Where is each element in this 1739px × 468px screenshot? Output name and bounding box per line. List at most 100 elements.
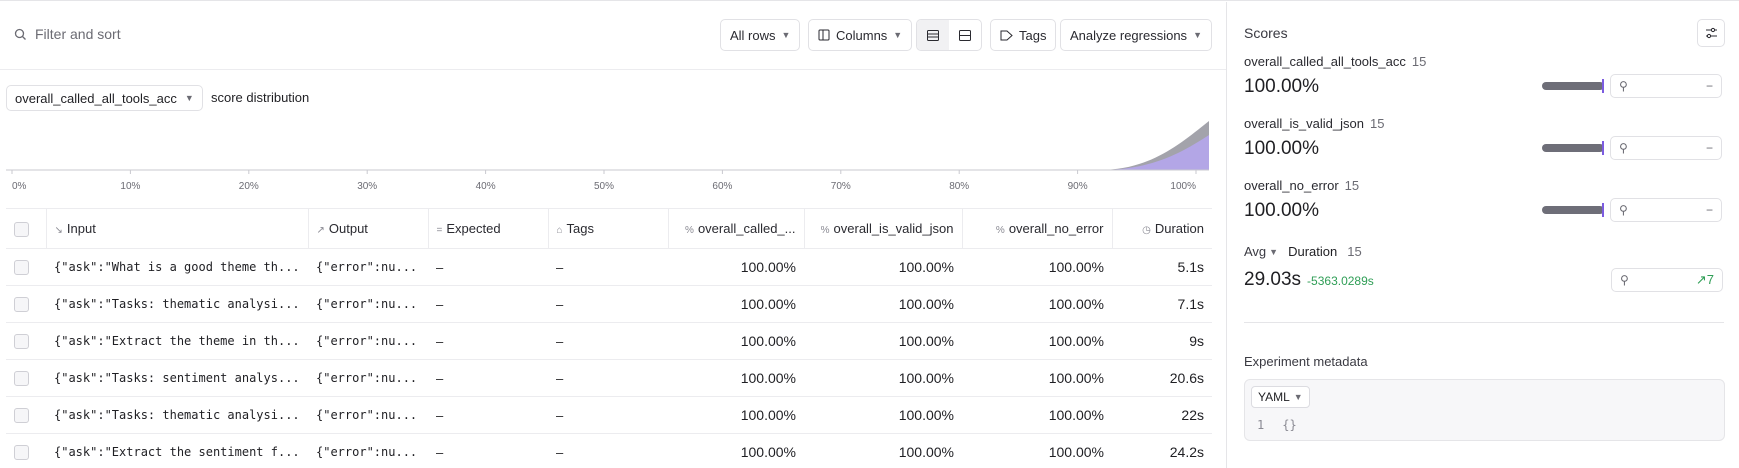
- scores-settings-button[interactable]: [1697, 19, 1725, 47]
- columns-dropdown[interactable]: Columns ▼: [808, 19, 913, 51]
- grid-layout-button[interactable]: [949, 20, 981, 50]
- cell-output: {"error":nu...: [308, 359, 428, 397]
- cell-expected: –: [428, 433, 548, 468]
- duration-name: Duration: [1288, 244, 1338, 259]
- score-count: 15: [1344, 178, 1360, 193]
- header-score-3[interactable]: % overall_no_error: [962, 208, 1113, 249]
- score-name: overall_called_all_tools_acc: [1244, 54, 1406, 69]
- cell-tags: –: [548, 359, 668, 397]
- row-checkbox[interactable]: [14, 371, 29, 387]
- metadata-editor[interactable]: YAML ▼ 1 {}: [1244, 379, 1725, 441]
- score-select-dropdown[interactable]: overall_called_all_tools_acc ▼: [6, 85, 203, 111]
- results-table: ↘ Input ↗ Output = Expected ⌂ Tags % overall_…: [6, 208, 1212, 468]
- cell-score-3: 100.00%: [962, 248, 1112, 286]
- duration-value-row: 29.03s -5363.0289s: [1244, 269, 1374, 291]
- table-row[interactable]: {"ask":"What is a good theme th... {"erro…: [6, 248, 1212, 286]
- tag-icon: ⌂: [556, 225, 563, 236]
- cell-input: {"ask":"Tasks: thematic analysi...: [46, 396, 308, 434]
- select-all-checkbox[interactable]: [14, 221, 29, 237]
- row-checkbox[interactable]: [14, 260, 29, 276]
- axis-tick-label: 0%: [12, 181, 27, 192]
- scores-panel: Scores overall_called_all_tools_acc 15 10…: [1226, 2, 1739, 468]
- input-icon: ↘: [54, 225, 63, 236]
- arrow-up-right-icon: ↗: [1695, 272, 1707, 287]
- tags-button[interactable]: Tags: [990, 19, 1057, 51]
- chevron-down-icon: ▼: [184, 93, 194, 103]
- score-distribution-chart: 0% 10% 20% 30% 40% 50% 60% 70% 80% 90% 100%: [6, 121, 1209, 192]
- header-score-2[interactable]: % overall_is_valid_json: [804, 208, 963, 249]
- all-rows-dropdown[interactable]: All rows ▼: [720, 19, 801, 51]
- analyze-regressions-dropdown[interactable]: Analyze regressions ▼: [1060, 19, 1212, 51]
- scores-title: Scores: [1244, 25, 1288, 41]
- header-input-label: Input: [66, 221, 96, 236]
- cell-duration: 5.1s: [1112, 248, 1212, 286]
- score-count: 15: [1411, 54, 1427, 69]
- cell-score-2: 100.00%: [804, 359, 962, 397]
- chevron-down-icon: ▼: [1269, 246, 1279, 257]
- score-filter-button[interactable]: ⚲ −: [1610, 198, 1722, 222]
- header-expected[interactable]: = Expected: [428, 208, 549, 249]
- layout-toggle: [916, 19, 982, 51]
- percent-icon: %: [995, 225, 1005, 236]
- columns-icon: [818, 29, 830, 41]
- cell-input: {"ask":"Tasks: thematic analysi...: [46, 285, 308, 323]
- cell-input: {"ask":"Extract the theme in th...: [46, 322, 308, 360]
- score-name-row: overall_no_error 15: [1244, 178, 1724, 193]
- table-row[interactable]: {"ask":"Extract the theme in th... {"erro…: [6, 322, 1212, 360]
- score-marker: [1602, 203, 1604, 217]
- table-row[interactable]: {"ask":"Extract the sentiment f... {"erro…: [6, 433, 1212, 468]
- row-checkbox[interactable]: [14, 408, 29, 424]
- table-row[interactable]: {"ask":"Tasks: thematic analysi... {"erro…: [6, 396, 1212, 434]
- score-item: overall_is_valid_json 15 100.00% ⚲ −: [1244, 116, 1724, 172]
- minus-icon: −: [1705, 79, 1713, 93]
- score-name-row: overall_is_valid_json 15: [1244, 116, 1724, 131]
- header-score-1[interactable]: % overall_called_...: [668, 208, 805, 249]
- row-select-cell: [6, 322, 46, 360]
- score-bar: [1542, 79, 1604, 93]
- cell-score-3: 100.00%: [962, 359, 1112, 397]
- header-output[interactable]: ↗ Output: [308, 208, 429, 249]
- cell-score-1: 100.00%: [668, 285, 804, 323]
- cell-duration: 9s: [1112, 322, 1212, 360]
- cell-output: {"error":nu...: [308, 433, 428, 468]
- filter-icon: ⚲: [1620, 273, 1629, 287]
- tags-label: Tags: [1019, 27, 1047, 43]
- cell-score-2: 100.00%: [804, 285, 962, 323]
- list-layout-button[interactable]: [917, 20, 949, 50]
- chevron-down-icon: ▼: [1193, 30, 1202, 40]
- header-duration[interactable]: ◷ Duration: [1112, 208, 1212, 249]
- split-icon: [959, 29, 971, 41]
- filter-placeholder: Filter and sort: [35, 26, 121, 42]
- header-input[interactable]: ↘ Input: [46, 208, 309, 249]
- header-duration-label: Duration: [1154, 221, 1204, 236]
- cell-duration: 22s: [1112, 396, 1212, 434]
- code-line: 1 {}: [1257, 418, 1297, 432]
- aggregation-dropdown[interactable]: Avg ▼: [1244, 244, 1278, 259]
- table-row[interactable]: {"ask":"Tasks: thematic analysi... {"erro…: [6, 285, 1212, 323]
- chevron-down-icon: ▼: [1293, 392, 1303, 402]
- score-filter-button[interactable]: ⚲ −: [1610, 136, 1722, 160]
- cell-duration: 24.2s: [1112, 433, 1212, 468]
- row-checkbox[interactable]: [14, 334, 29, 350]
- cell-score-3: 100.00%: [962, 322, 1112, 360]
- duration-header: Avg ▼ Duration 15: [1244, 244, 1362, 259]
- score-filter-button[interactable]: ⚲ −: [1610, 74, 1722, 98]
- format-dropdown[interactable]: YAML ▼: [1251, 386, 1310, 408]
- header-tags-label: Tags: [566, 221, 595, 236]
- duration-value: 29.03s: [1244, 269, 1302, 290]
- percent-icon: %: [685, 225, 694, 236]
- cell-score-2: 100.00%: [804, 433, 962, 468]
- score-value: 100.00%: [1244, 76, 1320, 97]
- improvements-count: 7: [1706, 272, 1714, 287]
- filter-input[interactable]: Filter and sort: [14, 26, 121, 42]
- table-row[interactable]: {"ask":"Tasks: sentiment analys... {"erro…: [6, 359, 1212, 397]
- chevron-down-icon: ▼: [781, 30, 791, 40]
- row-checkbox[interactable]: [14, 445, 29, 461]
- cell-tags: –: [548, 322, 668, 360]
- row-checkbox[interactable]: [14, 297, 29, 313]
- header-tags[interactable]: ⌂ Tags: [548, 208, 669, 249]
- duration-filter-button[interactable]: ⚲ ↗7: [1611, 268, 1723, 292]
- cell-output: {"error":nu...: [308, 322, 428, 360]
- cell-output: {"error":nu...: [308, 396, 428, 434]
- axis-tick-label: 50%: [594, 181, 614, 192]
